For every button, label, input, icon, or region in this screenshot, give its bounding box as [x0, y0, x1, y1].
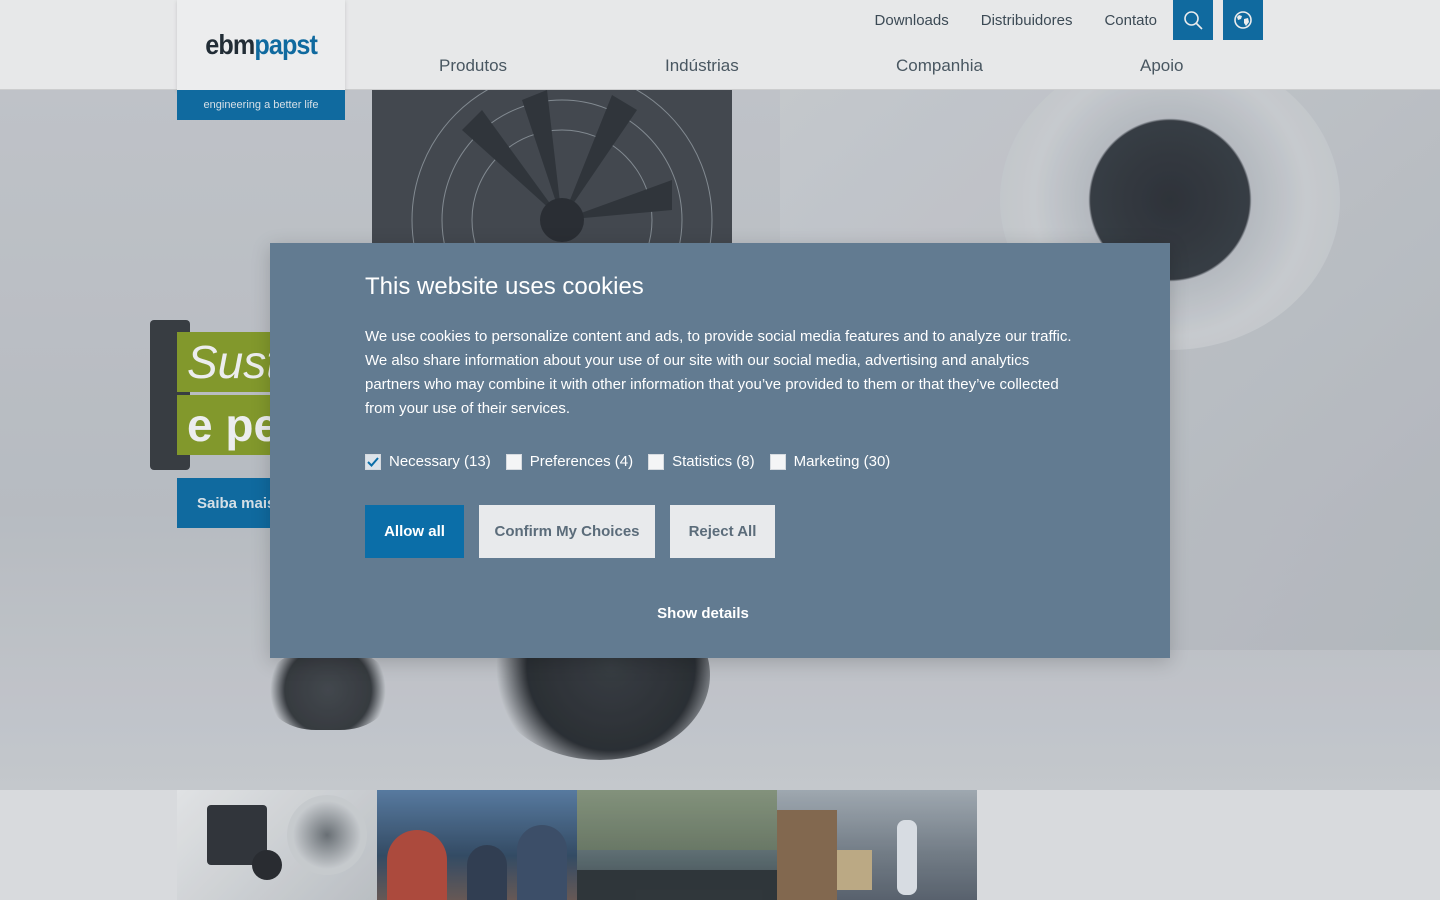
confirm-choices-button[interactable]: Confirm My Choices — [479, 505, 655, 558]
allow-all-button[interactable]: Allow all — [365, 505, 464, 558]
dialog-description: We use cookies to personalize content an… — [365, 328, 1072, 417]
consent-statistics[interactable]: Statistics (8) — [648, 453, 755, 470]
checkmark-icon — [367, 456, 379, 467]
preferences-checkbox[interactable] — [505, 453, 522, 470]
necessary-label: Necessary (13) — [389, 453, 491, 470]
consent-marketing[interactable]: Marketing (30) — [769, 453, 891, 470]
statistics-label: Statistics (8) — [672, 453, 755, 470]
marketing-checkbox[interactable] — [769, 453, 786, 470]
preferences-label: Preferences (4) — [529, 453, 634, 470]
dialog-title: This website uses cookies — [365, 273, 644, 300]
cookie-consent-dialog: This website uses cookies We use cookies… — [270, 243, 1170, 658]
statistics-checkbox[interactable] — [648, 453, 665, 470]
consent-necessary[interactable]: Necessary (13) — [365, 453, 491, 470]
consent-preferences[interactable]: Preferences (4) — [505, 453, 634, 470]
dialog-actions: Allow all Confirm My Choices Reject All — [365, 505, 790, 558]
reject-all-button[interactable]: Reject All — [670, 505, 775, 558]
necessary-checkbox[interactable] — [365, 453, 381, 470]
marketing-label: Marketing (30) — [793, 453, 891, 470]
show-details-link[interactable]: Show details — [270, 605, 1136, 622]
consent-options: Necessary (13) Preferences (4) Statistic… — [365, 453, 905, 470]
